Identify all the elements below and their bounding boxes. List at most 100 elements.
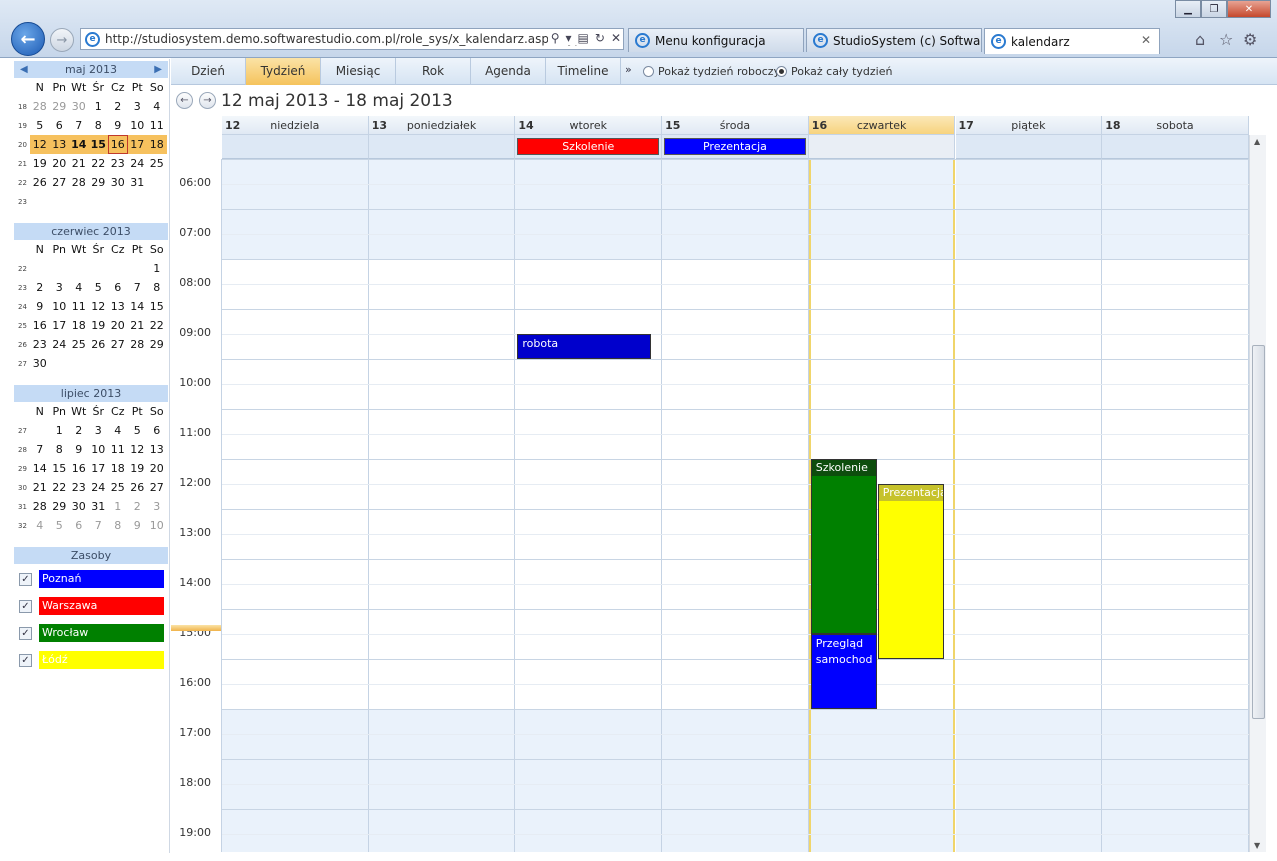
day-cell[interactable]: 2 [108, 97, 128, 116]
day-column[interactable] [955, 159, 1103, 852]
day-cell[interactable]: 17 [127, 135, 147, 154]
day-cell[interactable]: 27 [108, 335, 128, 354]
day-cell[interactable]: 4 [108, 421, 128, 440]
day-cell[interactable]: 13 [147, 440, 167, 459]
day-column[interactable] [368, 159, 516, 852]
day-cell[interactable]: 3 [89, 421, 109, 440]
minimize-icon[interactable]: ▁ [1175, 0, 1201, 18]
calendar-event[interactable]: Prezentacja [877, 484, 944, 659]
day-cell[interactable]: 16 [30, 316, 50, 335]
day-cell[interactable]: 8 [50, 440, 70, 459]
day-cell[interactable]: 7 [69, 116, 89, 135]
allday-cell[interactable] [808, 135, 956, 159]
day-cell[interactable]: 31 [128, 173, 148, 192]
day-cell[interactable]: 29 [50, 97, 70, 116]
day-cell[interactable]: 19 [128, 459, 148, 478]
day-cell[interactable]: 17 [89, 459, 109, 478]
day-cell[interactable]: 28 [69, 173, 89, 192]
day-cell[interactable]: 6 [108, 278, 128, 297]
day-cell[interactable]: 11 [108, 440, 128, 459]
day-cell[interactable]: 12 [30, 135, 50, 154]
allday-event[interactable]: Szkolenie [517, 138, 660, 155]
resource-item[interactable]: ✓ Warszawa [14, 594, 168, 621]
day-cell[interactable]: 17 [50, 316, 70, 335]
day-cell[interactable]: 29 [147, 335, 167, 354]
day-cell[interactable]: 12 [128, 440, 148, 459]
calendar-event[interactable]: Szkolenie [810, 459, 877, 634]
day-cell[interactable]: 22 [147, 316, 167, 335]
day-cell[interactable]: 16 [69, 459, 89, 478]
view-tab-5[interactable]: Timeline [546, 58, 621, 85]
day-header[interactable]: 16 czwartek [808, 116, 956, 135]
day-cell[interactable]: 1 [147, 259, 167, 278]
day-cell[interactable]: 24 [50, 335, 70, 354]
day-cell[interactable]: 13 [49, 135, 69, 154]
favorites-icon[interactable]: ☆ [1219, 30, 1233, 49]
day-cell[interactable]: 14 [69, 135, 89, 154]
home-icon[interactable]: ⌂ [1195, 30, 1205, 49]
day-cell[interactable]: 15 [88, 135, 108, 154]
day-cell[interactable]: 22 [50, 478, 70, 497]
day-cell[interactable]: 7 [89, 516, 109, 535]
day-cell[interactable]: 23 [108, 154, 128, 173]
prev-month-icon[interactable]: ◀ [20, 61, 28, 78]
day-cell[interactable]: 25 [108, 478, 128, 497]
day-cell[interactable]: 4 [30, 516, 50, 535]
day-cell[interactable]: 9 [30, 297, 50, 316]
day-cell[interactable]: 27 [50, 173, 70, 192]
day-cell[interactable]: 21 [128, 316, 148, 335]
day-cell[interactable]: 5 [30, 116, 50, 135]
day-cell[interactable]: 19 [89, 316, 109, 335]
allday-cell[interactable] [1102, 135, 1249, 159]
tab-close-icon[interactable]: ✕ [1141, 33, 1151, 47]
day-cell[interactable]: 3 [128, 97, 148, 116]
day-cell[interactable]: 8 [108, 516, 128, 535]
tab-kalendarz[interactable]: e kalendarz ✕ [984, 28, 1160, 54]
scroll-down-icon[interactable]: ▼ [1254, 841, 1260, 850]
day-cell[interactable]: 1 [89, 97, 109, 116]
day-cell[interactable]: 30 [69, 497, 89, 516]
day-header[interactable]: 17 piątek [955, 116, 1103, 135]
vertical-scrollbar[interactable]: ▲ ▼ [1249, 135, 1266, 852]
day-cell[interactable]: 28 [30, 497, 50, 516]
day-cell[interactable]: 30 [30, 354, 50, 373]
view-tab-2[interactable]: Miesiąc [321, 58, 396, 85]
day-cell[interactable]: 20 [50, 154, 70, 173]
day-header[interactable]: 14 wtorek [515, 116, 663, 135]
address-bar[interactable]: e http://studiosystem.demo.softwarestudi… [80, 28, 624, 50]
day-cell[interactable]: 23 [30, 335, 50, 354]
day-cell[interactable]: 10 [147, 516, 167, 535]
resource-checkbox[interactable]: ✓ [19, 573, 32, 586]
day-cell[interactable]: 18 [69, 316, 89, 335]
day-cell[interactable]: 2 [69, 421, 89, 440]
day-cell[interactable]: 29 [50, 497, 70, 516]
day-cell[interactable]: 6 [50, 116, 70, 135]
day-cell[interactable]: 19 [30, 154, 50, 173]
day-cell[interactable]: 21 [30, 478, 50, 497]
resource-checkbox[interactable]: ✓ [19, 654, 32, 667]
calendar-event[interactable]: Przegląd samochod [810, 634, 877, 709]
scroll-up-icon[interactable]: ▲ [1254, 137, 1260, 146]
day-cell[interactable]: 31 [89, 497, 109, 516]
day-cell[interactable]: 7 [30, 440, 50, 459]
day-cell[interactable]: 26 [30, 173, 50, 192]
day-column[interactable] [662, 159, 809, 852]
day-cell[interactable]: 25 [69, 335, 89, 354]
day-cell[interactable]: 21 [69, 154, 89, 173]
day-cell[interactable]: 5 [128, 421, 148, 440]
day-cell[interactable]: 30 [108, 173, 128, 192]
view-tab-4[interactable]: Agenda [471, 58, 546, 85]
day-cell[interactable]: 12 [89, 297, 109, 316]
day-header[interactable]: 13 poniedziałek [368, 116, 516, 135]
day-cell[interactable]: 10 [50, 297, 70, 316]
day-column[interactable] [222, 159, 369, 852]
day-cell[interactable]: 1 [108, 497, 128, 516]
day-cell[interactable]: 5 [50, 516, 70, 535]
next-month-icon[interactable]: ▶ [154, 61, 162, 78]
day-cell[interactable]: 16 [108, 135, 128, 154]
full-week-radio[interactable] [776, 66, 787, 77]
resource-checkbox[interactable]: ✓ [19, 627, 32, 640]
day-cell[interactable]: 6 [147, 421, 167, 440]
day-cell[interactable]: 10 [89, 440, 109, 459]
day-cell[interactable]: 4 [69, 278, 89, 297]
